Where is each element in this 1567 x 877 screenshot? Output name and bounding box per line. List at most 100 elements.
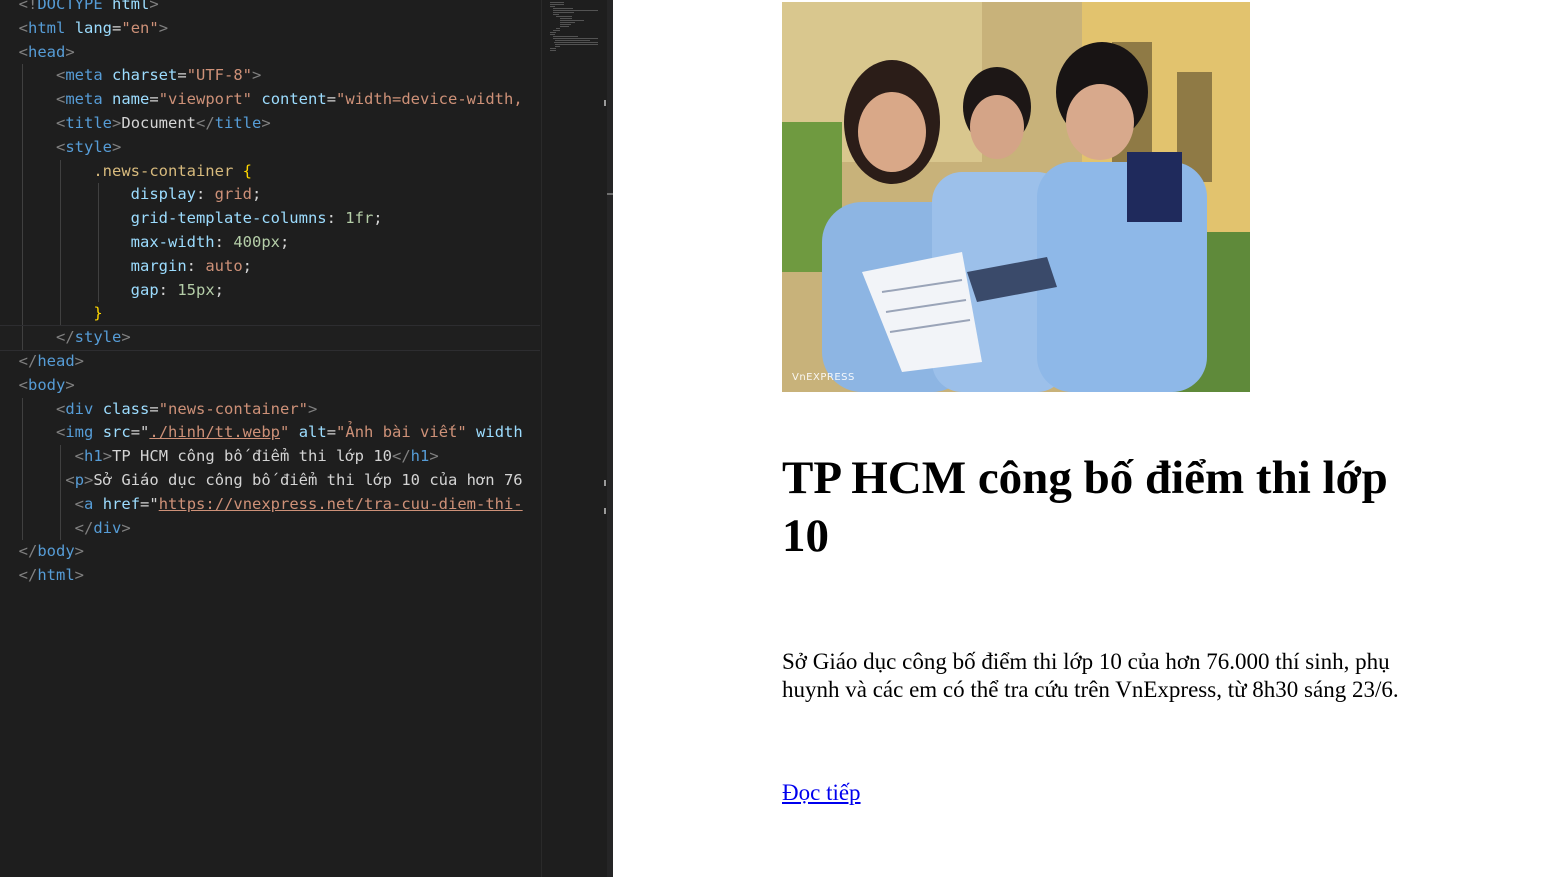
code-token: = xyxy=(149,399,159,418)
code-line[interactable]: </style> xyxy=(0,325,540,351)
code-line[interactable]: <style> xyxy=(0,135,540,160)
code-token: > xyxy=(112,113,122,132)
code-line[interactable]: </head> xyxy=(0,350,540,374)
indent-guide xyxy=(22,421,23,446)
code-line[interactable]: <h1>TP HCM công bố điểm thi lớp 10</h1> xyxy=(0,445,540,469)
code-token: img xyxy=(65,423,94,442)
code-token: h1 xyxy=(84,447,103,466)
code-token: < xyxy=(65,470,75,489)
code-line[interactable]: <title>Document</title> xyxy=(0,111,540,136)
code-line[interactable]: } xyxy=(0,302,540,327)
code-line[interactable]: </body> xyxy=(0,540,540,564)
code-token: < xyxy=(74,494,85,513)
article-headline: TP HCM công bố điểm thi lớp 10 xyxy=(782,452,1388,562)
code-line[interactable]: <body> xyxy=(0,374,540,398)
code-token: < xyxy=(18,375,29,394)
code-line[interactable]: <meta name="viewport" content="width=dev… xyxy=(0,88,540,112)
minimap-line xyxy=(550,4,565,5)
indent-guide xyxy=(60,302,61,327)
indent-guide xyxy=(60,445,61,469)
code-token: > xyxy=(74,542,85,561)
code-line[interactable]: <head> xyxy=(0,41,540,65)
minimap-line xyxy=(553,38,599,39)
code-token: < xyxy=(56,137,66,156)
minimap-line xyxy=(554,40,590,41)
code-token: </ xyxy=(392,447,411,466)
code-line[interactable]: grid-template-columns: 1fr; xyxy=(0,207,540,231)
code-token: 1fr xyxy=(345,209,374,228)
code-token: gap xyxy=(130,280,159,299)
code-token: alt xyxy=(298,423,327,442)
code-line[interactable]: display: grid; xyxy=(0,183,540,208)
minimap[interactable] xyxy=(541,0,608,877)
code-line[interactable]: <!DOCTYPE html> xyxy=(0,0,540,17)
code-token: </ xyxy=(18,542,38,561)
read-more-link[interactable]: Đọc tiếp xyxy=(782,779,861,807)
code-token: > xyxy=(84,470,94,489)
code-token: : xyxy=(158,280,178,299)
code-line[interactable]: <div class="news-container"> xyxy=(0,397,540,422)
code-token: src xyxy=(102,423,131,442)
code-token: : xyxy=(186,256,206,275)
code-token: https://vnexpress.net/tra-cuu-diem-thi- xyxy=(158,494,523,513)
code-editor[interactable]: <!DOCTYPE html> <html lang="en"> <head> … xyxy=(0,0,613,877)
minimap-line xyxy=(559,20,584,21)
indent-guide xyxy=(60,254,61,279)
code-line[interactable]: <a href="https://vnexpress.net/tra-cuu-d… xyxy=(0,492,540,517)
code-line[interactable]: <img src="./hinh/tt.webp" alt="Ảnh bài v… xyxy=(0,421,540,446)
code-line[interactable]: </div> xyxy=(0,516,540,541)
code-token: margin xyxy=(130,256,187,275)
code-line[interactable]: margin: auto; xyxy=(0,254,540,279)
code-token: > xyxy=(102,447,113,466)
indent-guide xyxy=(22,183,23,208)
code-token: title xyxy=(214,113,262,132)
code-token: "UTF-8" xyxy=(186,66,253,85)
code-token: = xyxy=(326,423,337,442)
indent-guide xyxy=(22,278,23,303)
code-line[interactable]: </html> xyxy=(0,564,540,588)
indent-guide xyxy=(22,397,23,422)
code-token: name xyxy=(112,90,150,109)
code-token: > xyxy=(121,518,131,537)
code-token: < xyxy=(18,42,29,61)
code-line[interactable]: <meta charset="UTF-8"> xyxy=(0,64,540,89)
indent-guide xyxy=(60,159,61,184)
code-line[interactable]: max-width: 400px; xyxy=(0,230,540,255)
code-token: p xyxy=(74,470,85,489)
code-line[interactable]: <p>Sở Giáo dục công bố điểm thi lớp 10 c… xyxy=(0,468,540,493)
code-token: charset xyxy=(112,66,178,85)
code-token: display xyxy=(130,185,196,204)
code-token: =" xyxy=(130,423,150,442)
indent-guide xyxy=(22,468,23,493)
code-token: : xyxy=(214,232,234,251)
code-text-area[interactable]: <!DOCTYPE html> <html lang="en"> <head> … xyxy=(0,0,540,877)
code-token: html xyxy=(37,566,75,585)
code-token: = xyxy=(177,66,187,85)
code-token: 400px xyxy=(233,232,280,251)
code-token: "viewport" xyxy=(158,90,253,109)
code-token: " xyxy=(280,423,290,442)
code-token: lang xyxy=(74,18,113,37)
code-line[interactable]: .news-container { xyxy=(0,159,540,184)
code-token: DOCTYPE xyxy=(37,0,103,13)
code-token: : xyxy=(326,209,346,228)
indent-guide xyxy=(98,278,99,303)
code-token: : xyxy=(195,185,215,204)
code-line[interactable]: <html lang="en"> xyxy=(0,17,540,41)
code-token: "Ảnh bài viết" xyxy=(336,423,467,442)
code-line[interactable]: gap: 15px; xyxy=(0,278,540,303)
minimap-line xyxy=(559,26,569,27)
code-token: > xyxy=(158,18,169,37)
browser-preview: VnEXPRESS TP HCM công bố điểm thi lớp 10… xyxy=(613,0,1567,877)
